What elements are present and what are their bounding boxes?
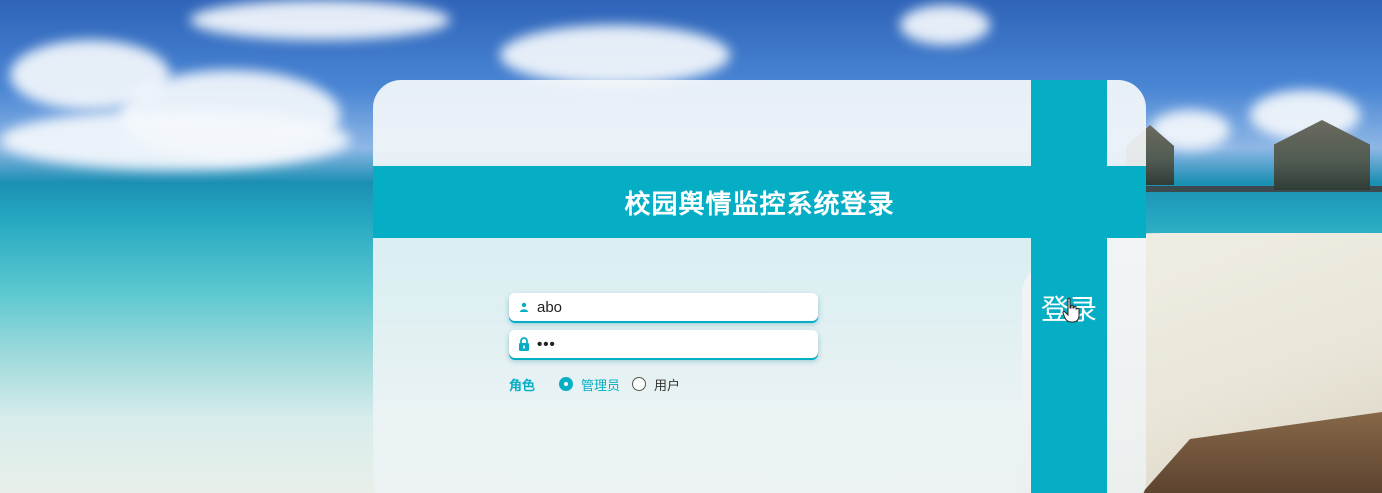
password-input[interactable] bbox=[537, 335, 807, 353]
user-icon bbox=[517, 300, 531, 314]
username-field[interactable] bbox=[509, 293, 818, 321]
radio-user-label[interactable]: 用户 bbox=[654, 375, 680, 394]
password-field[interactable] bbox=[509, 330, 818, 358]
lock-icon bbox=[517, 337, 531, 351]
role-selector: 角色 管理员 用户 bbox=[509, 375, 692, 394]
cloud bbox=[500, 25, 730, 85]
username-input[interactable] bbox=[537, 298, 807, 316]
cloud bbox=[0, 110, 350, 170]
cloud bbox=[120, 70, 340, 160]
cloud bbox=[10, 40, 170, 110]
login-button[interactable]: 登录 bbox=[1031, 80, 1107, 493]
hut bbox=[1274, 120, 1370, 190]
radio-admin-label[interactable]: 管理员 bbox=[581, 375, 620, 394]
page-title: 校园舆情监控系统登录 bbox=[624, 189, 895, 220]
role-label: 角色 bbox=[509, 378, 536, 394]
radio-user[interactable] bbox=[632, 377, 647, 391]
cloud bbox=[900, 5, 990, 45]
hand-cursor-icon bbox=[1062, 297, 1080, 323]
cloud bbox=[190, 0, 450, 40]
pier bbox=[1142, 186, 1382, 192]
radio-admin[interactable] bbox=[559, 377, 573, 391]
cloud bbox=[1150, 110, 1230, 150]
cloud bbox=[1250, 90, 1360, 140]
beach-chair bbox=[1142, 412, 1382, 493]
